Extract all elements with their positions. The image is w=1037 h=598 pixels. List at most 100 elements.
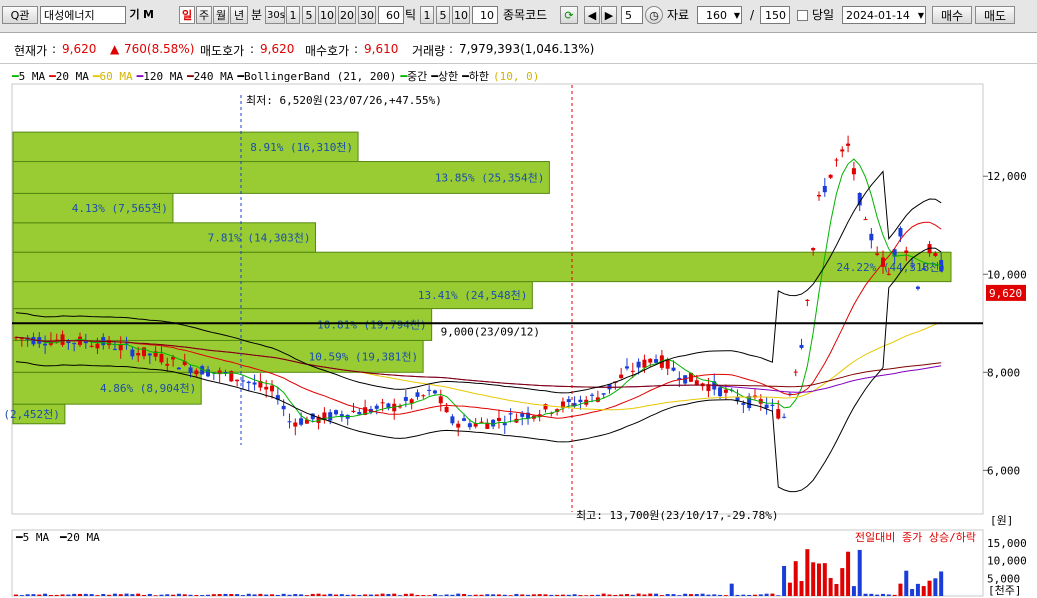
volume-bar xyxy=(508,595,513,596)
candle-body xyxy=(235,379,240,382)
candle-body xyxy=(904,250,909,253)
candle-body xyxy=(741,403,746,405)
price-change: 760(8.58%) xyxy=(124,42,195,56)
date-select[interactable]: 2024-01-14 ▼ xyxy=(842,6,926,24)
candle-body xyxy=(229,371,234,382)
candle-body xyxy=(665,359,670,369)
volume-bar xyxy=(491,594,496,596)
tab-daily[interactable]: 일 xyxy=(179,6,195,24)
legend-item: ━120 MA xyxy=(136,70,183,83)
volume-bar xyxy=(595,594,600,596)
buy-button[interactable]: 매수 xyxy=(932,6,972,24)
data-count-select[interactable]: 160 ▼ xyxy=(697,6,742,24)
candle-body xyxy=(659,355,664,368)
volume-bar xyxy=(380,593,385,596)
count-input[interactable]: 5 xyxy=(621,6,643,24)
candle-body xyxy=(31,336,36,345)
volume-bar xyxy=(816,563,821,596)
candle-body xyxy=(467,423,472,428)
volume-bar xyxy=(60,594,65,596)
gi-button[interactable]: 기 xyxy=(128,6,141,24)
candle-body xyxy=(421,395,426,397)
sell-button[interactable]: 매도 xyxy=(975,6,1015,24)
legend-item: (10, 0) xyxy=(492,70,540,83)
tick-5-button[interactable]: 5 xyxy=(436,6,450,24)
volume-bar xyxy=(648,593,653,596)
volume-bar xyxy=(176,593,181,596)
candle-body xyxy=(793,371,798,373)
minute-10-button[interactable]: 10 xyxy=(318,6,336,24)
candle-body xyxy=(671,367,676,371)
candle-body xyxy=(14,337,18,339)
candle-body xyxy=(182,361,187,365)
tab-yearly[interactable]: 년 xyxy=(230,6,248,24)
candle-body xyxy=(590,394,595,396)
candle-body xyxy=(491,419,496,427)
volume-bar xyxy=(95,595,100,596)
volume-bar xyxy=(252,594,257,596)
volume-bar xyxy=(351,594,356,596)
refresh-icon[interactable]: ⟳ xyxy=(560,6,578,24)
volume-bar xyxy=(502,594,507,596)
candle-body xyxy=(485,422,490,429)
candle-body xyxy=(729,389,734,391)
candle-body xyxy=(37,337,42,344)
tab-monthly[interactable]: 월 xyxy=(213,6,229,24)
candle-body xyxy=(188,367,193,374)
volume-tick-label: 15,000 xyxy=(987,537,1027,550)
candle-body xyxy=(334,410,339,415)
tick-input[interactable]: 60 xyxy=(378,6,404,24)
candle-body xyxy=(258,381,263,388)
tab-weekly[interactable]: 주 xyxy=(196,6,212,24)
minute-30-button[interactable]: 30 xyxy=(358,6,376,24)
volume-bar xyxy=(159,594,164,596)
minute-label: 분 xyxy=(251,8,263,22)
volume-bar xyxy=(211,594,216,596)
stock-name-field[interactable]: 대성에너지 xyxy=(40,6,126,24)
minute-5-button[interactable]: 5 xyxy=(302,6,316,24)
volume-bar xyxy=(19,595,24,596)
minute-30s-button[interactable]: 30s xyxy=(265,6,285,24)
volume-bar xyxy=(892,594,897,596)
tick-input-2[interactable]: 10 xyxy=(472,6,498,24)
candle-body xyxy=(718,387,723,397)
candle-body xyxy=(496,417,501,421)
bollinger-upper-line xyxy=(15,170,942,394)
total-field[interactable]: 150 xyxy=(760,6,790,24)
candle-body xyxy=(357,412,362,415)
candle-body xyxy=(688,372,693,382)
volume-bar xyxy=(264,594,269,596)
volume-profile-bar xyxy=(12,371,202,405)
today-checkbox[interactable] xyxy=(797,10,808,21)
volume-bar xyxy=(828,578,833,596)
y-tick-label: 10,000 xyxy=(987,268,1027,281)
candle-body xyxy=(299,418,304,425)
volume-bar xyxy=(43,593,48,596)
tick-10-button[interactable]: 10 xyxy=(452,6,470,24)
candle-body xyxy=(537,414,542,417)
volume-profile-bar xyxy=(12,131,359,163)
volume-bar xyxy=(921,586,926,596)
minute-1-button[interactable]: 1 xyxy=(286,6,300,24)
volume-bar xyxy=(590,594,595,596)
volume-profile-label: 24.22% (44,318천) xyxy=(837,260,946,274)
tick-1-button[interactable]: 1 xyxy=(420,6,434,24)
candle-body xyxy=(107,340,112,346)
candle-body xyxy=(176,367,181,370)
chevron-down-icon: ▼ xyxy=(733,11,740,20)
m-button[interactable]: M xyxy=(142,6,155,24)
candle-body xyxy=(363,407,368,415)
quote-info-bar: 현재가 : 9,620 ▲ 760(8.58%) 매도호가 : 9,620 매수… xyxy=(0,33,1037,64)
stock-code-label: 종목코드 xyxy=(503,8,548,22)
candle-body xyxy=(572,403,577,406)
candle-body xyxy=(136,353,141,356)
minute-20-button[interactable]: 20 xyxy=(338,6,356,24)
volume-bar xyxy=(840,568,845,596)
volume-bar xyxy=(723,595,728,596)
search-button[interactable]: Q관 xyxy=(2,6,38,24)
clock-icon[interactable]: ◷ xyxy=(645,6,663,24)
candle-body xyxy=(217,370,222,375)
prev-arrow-icon[interactable]: ◀ xyxy=(584,6,600,24)
next-arrow-icon[interactable]: ▶ xyxy=(601,6,617,24)
candle-body xyxy=(147,353,152,356)
